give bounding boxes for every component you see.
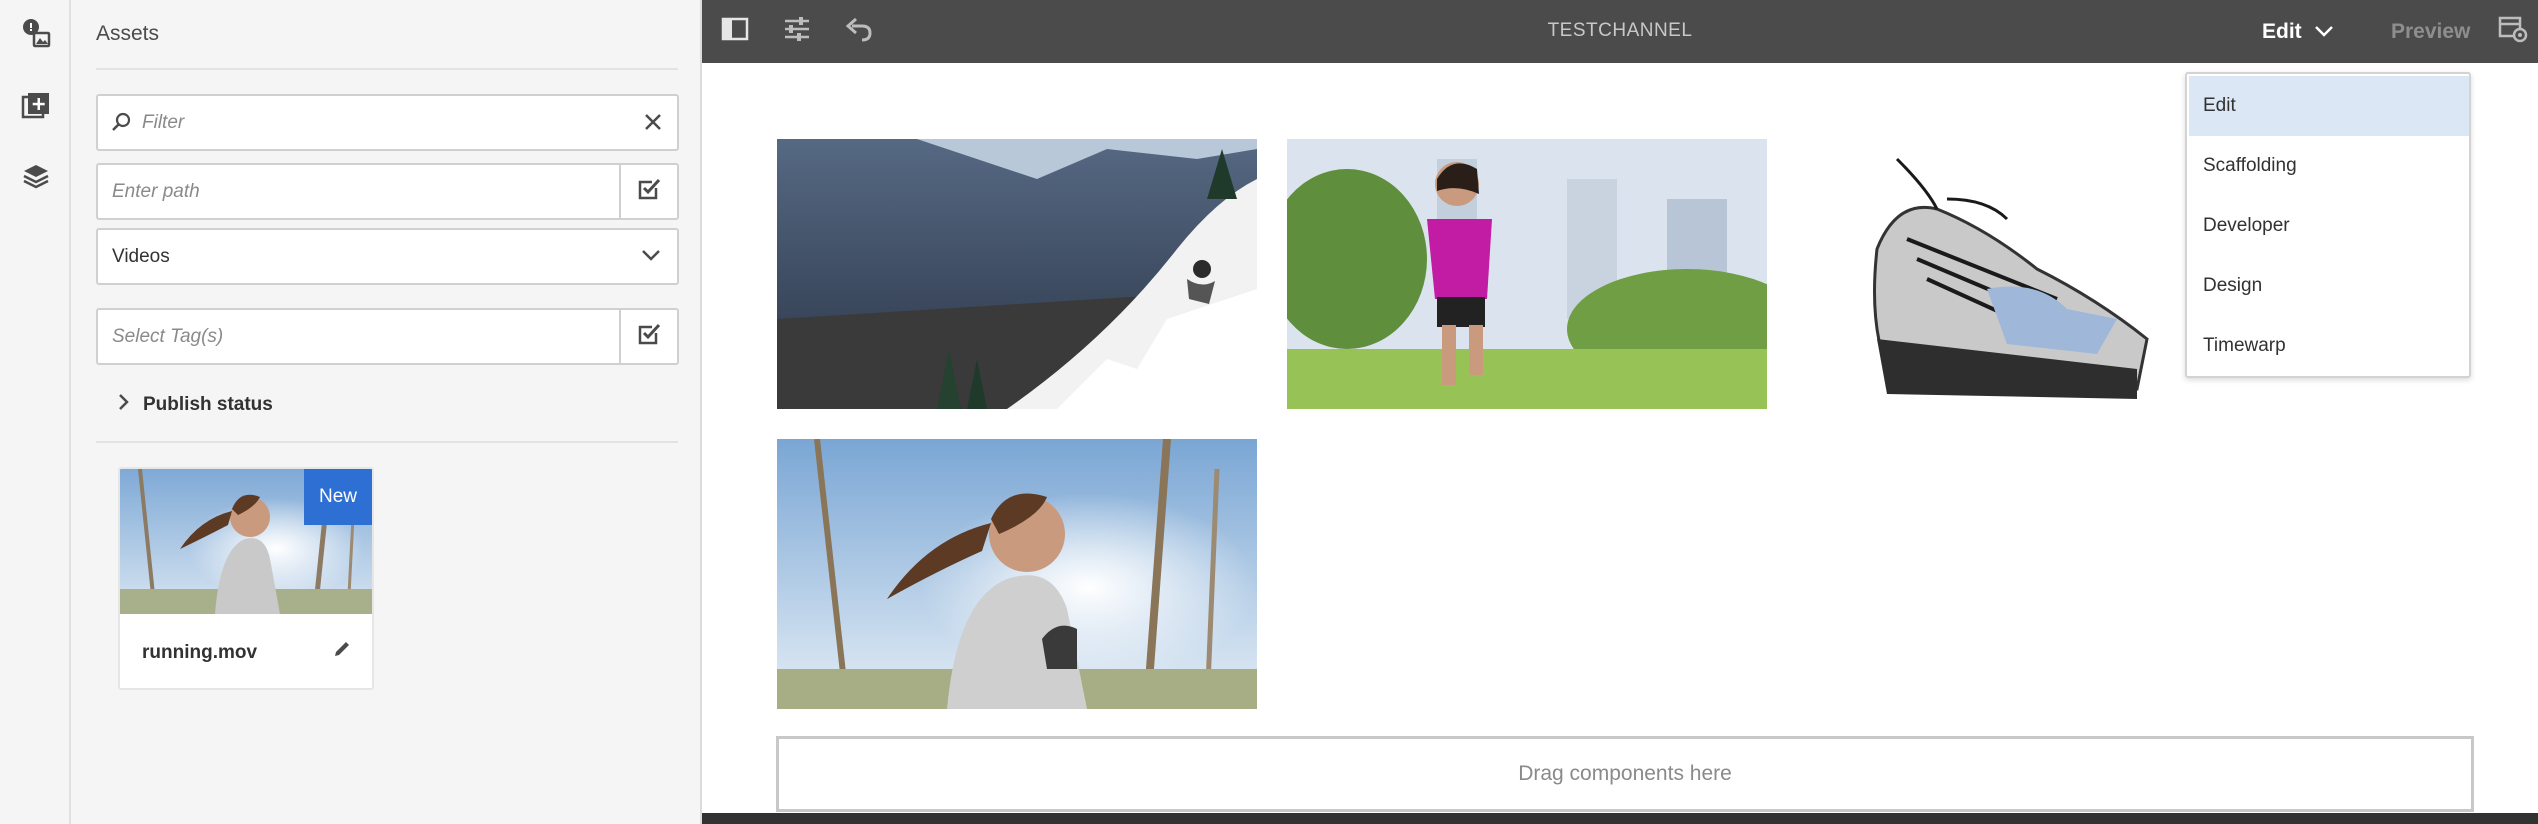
- bottom-bar: [702, 813, 2538, 824]
- path-select-button[interactable]: [619, 165, 677, 218]
- content-tree-icon: [21, 161, 51, 191]
- asset-card[interactable]: New running.mov: [118, 467, 374, 690]
- chevron-down-icon: [641, 248, 661, 267]
- mode-selector-button[interactable]: Edit: [2262, 0, 2334, 63]
- checkbox-select-icon: [636, 321, 662, 352]
- editor-toolbar: TESTCHANNEL Edit Preview: [702, 0, 2538, 63]
- image-runner-park[interactable]: [1287, 139, 1767, 409]
- tags-field[interactable]: Select Tag(s): [96, 308, 679, 365]
- asset-finder-button[interactable]: [0, 3, 71, 63]
- panel-title: Assets: [96, 22, 160, 45]
- mode-menu-item-timewarp[interactable]: Timewarp: [2189, 316, 2469, 376]
- mode-menu-item-design[interactable]: Design: [2189, 256, 2469, 316]
- content-tree-button[interactable]: [0, 146, 71, 206]
- tags-input[interactable]: Select Tag(s): [112, 326, 223, 348]
- asset-name: running.mov: [142, 642, 258, 663]
- image-snowboarder[interactable]: [777, 139, 1257, 409]
- asset-type-select[interactable]: Videos: [96, 228, 679, 285]
- divider: [96, 441, 678, 443]
- clear-icon[interactable]: [643, 112, 663, 137]
- component-dropzone[interactable]: Drag components here: [776, 736, 2474, 812]
- asset-type-value: Videos: [112, 246, 170, 267]
- chevron-down-icon: [2314, 20, 2334, 44]
- mode-menu: Edit Scaffolding Developer Design Timewa…: [2185, 72, 2471, 378]
- path-field[interactable]: Enter path: [96, 163, 679, 220]
- mode-label: Edit: [2262, 19, 2302, 43]
- tags-select-button[interactable]: [619, 310, 677, 363]
- chevron-right-icon: [117, 393, 129, 416]
- mode-menu-item-developer[interactable]: Developer: [2189, 196, 2469, 256]
- filter-field[interactable]: Filter: [96, 94, 679, 151]
- publish-status-label: Publish status: [143, 393, 273, 415]
- dropzone-label: Drag components here: [1518, 762, 1732, 785]
- image-jogger-closeup[interactable]: [777, 439, 1257, 709]
- assets-panel: Assets Filter Enter path Videos Select T…: [71, 0, 702, 824]
- checkbox-select-icon: [636, 176, 662, 207]
- path-input[interactable]: Enter path: [112, 181, 200, 203]
- mode-menu-item-scaffolding[interactable]: Scaffolding: [2189, 136, 2469, 196]
- components-button[interactable]: [0, 76, 71, 136]
- edit-pencil-icon[interactable]: [332, 639, 352, 664]
- asset-finder-icon: [19, 16, 53, 50]
- preview-button[interactable]: Preview: [2391, 20, 2470, 44]
- components-icon: [20, 90, 52, 122]
- emulator-button[interactable]: [2488, 0, 2538, 63]
- page-settings-icon: [2498, 15, 2528, 48]
- side-rail: [0, 0, 71, 824]
- publish-status-toggle[interactable]: Publish status: [117, 393, 273, 416]
- divider: [96, 68, 678, 70]
- mode-menu-item-edit[interactable]: Edit: [2189, 76, 2469, 136]
- filter-input[interactable]: Filter: [142, 112, 184, 134]
- search-icon: [110, 111, 132, 138]
- new-badge: New: [304, 469, 372, 525]
